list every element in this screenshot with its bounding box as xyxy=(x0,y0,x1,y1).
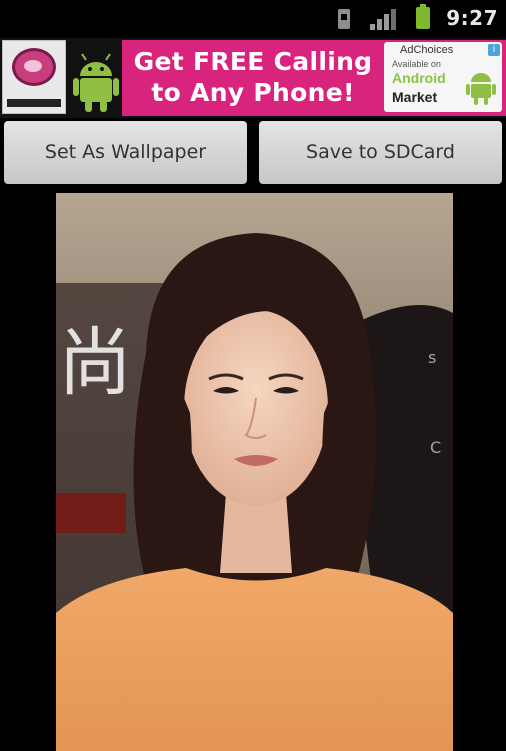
adchoices-label[interactable]: AdChoices xyxy=(400,44,453,56)
available-on-label: Available on xyxy=(392,59,441,69)
clock-time: 9:27 xyxy=(446,6,498,30)
ad-headline: Get FREE Calling to Any Phone! xyxy=(122,46,384,108)
backdrop-sign-text: 尚 xyxy=(58,320,132,406)
adchoices-info-icon[interactable]: i xyxy=(488,44,500,56)
battery-icon xyxy=(416,4,430,29)
android-label: Android xyxy=(392,70,446,86)
ad-headline-line1: Get FREE Calling xyxy=(133,47,373,76)
android-robot-icon xyxy=(72,42,120,114)
svg-text:C: C xyxy=(430,438,441,457)
wallpaper-image[interactable]: s C 尚 xyxy=(56,193,453,751)
android-market-robot-icon xyxy=(466,73,496,105)
save-to-sdcard-button[interactable]: Save to SDCard xyxy=(259,121,502,184)
set-as-wallpaper-button[interactable]: Set As Wallpaper xyxy=(4,121,247,184)
svg-text:s: s xyxy=(428,348,436,367)
app-logo-icon[interactable] xyxy=(2,40,66,114)
ad-creative[interactable]: Get FREE Calling to Any Phone! AdChoices… xyxy=(122,40,506,116)
portrait-illustration: s C 尚 xyxy=(56,193,453,751)
android-market-badge[interactable]: AdChoices i Available on Android Market xyxy=(384,42,502,112)
ad-banner[interactable]: Get FREE Calling to Any Phone! AdChoices… xyxy=(0,38,506,118)
status-bar: 9:27 xyxy=(0,0,506,38)
signal-icon xyxy=(370,8,400,30)
sim-icon xyxy=(338,9,350,29)
market-label: Market xyxy=(392,89,438,105)
ad-headline-line2: to Any Phone! xyxy=(151,78,355,107)
